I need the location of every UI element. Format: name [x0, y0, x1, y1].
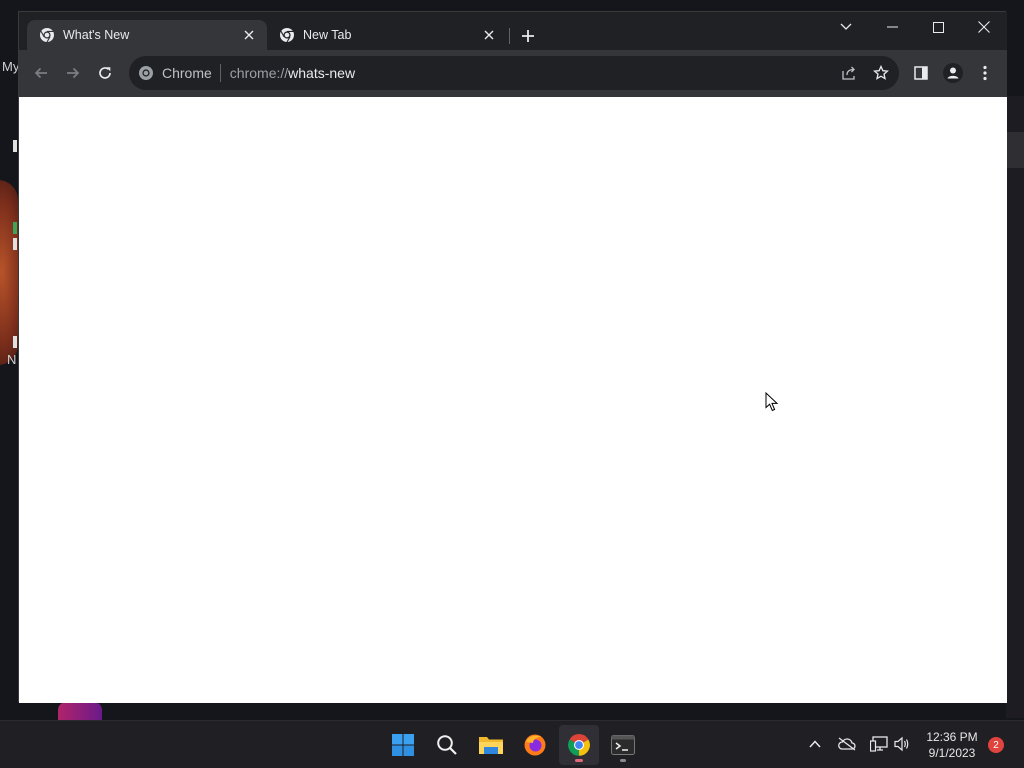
desktop-icon-label[interactable]: My	[2, 59, 19, 74]
url-scheme: chrome://	[229, 65, 289, 81]
close-window-button[interactable]	[961, 12, 1007, 42]
desktop-icon-fragment	[13, 238, 17, 250]
profile-avatar-icon	[943, 63, 963, 83]
minimize-icon	[886, 26, 898, 28]
notification-count-badge[interactable]: 2	[988, 737, 1004, 753]
taskbar-search-button[interactable]	[427, 725, 467, 765]
folder-icon	[479, 737, 503, 754]
omnibox-divider	[219, 64, 221, 82]
chevron-up-icon	[809, 740, 821, 748]
cloud-off-icon	[838, 737, 856, 751]
desktop-icon-fragment	[13, 336, 17, 348]
tab-title: What's New	[63, 28, 130, 42]
minimize-button[interactable]	[869, 12, 915, 42]
chrome-window: What's New New Tab Chrome chrome://whats…	[18, 11, 1007, 703]
address-bar[interactable]: Chrome chrome://whats-new	[129, 56, 899, 90]
clock-time: 12:36 PM	[926, 730, 978, 744]
tab-search-button[interactable]	[823, 12, 869, 42]
arrow-right-icon	[67, 67, 80, 79]
show-hidden-icons-button[interactable]	[804, 733, 826, 755]
reload-button[interactable]	[93, 61, 117, 85]
chrome-favicon-icon	[40, 28, 54, 43]
tab-separator	[509, 28, 510, 44]
arrow-left-icon	[34, 67, 47, 79]
chrome-icon	[568, 734, 590, 756]
windows-logo-icon	[392, 734, 414, 756]
start-button[interactable]	[383, 725, 423, 765]
chrome-taskbar-button[interactable]	[559, 725, 599, 765]
maximize-button[interactable]	[915, 12, 961, 42]
tab-new-tab[interactable]: New Tab	[267, 20, 507, 50]
network-icon	[870, 736, 888, 752]
close-tab-icon[interactable]	[241, 27, 257, 43]
url-text[interactable]: chrome://whats-new	[230, 65, 355, 81]
browser-toolbar: Chrome chrome://whats-new	[19, 50, 1007, 97]
share-button[interactable]	[837, 61, 861, 85]
onedrive-button[interactable]	[836, 733, 858, 755]
bookmark-button[interactable]	[869, 61, 893, 85]
chrome-page-icon	[139, 66, 153, 80]
menu-button[interactable]	[973, 61, 997, 85]
site-chip-label[interactable]: Chrome	[162, 65, 212, 81]
search-icon	[437, 735, 457, 755]
side-panel-icon	[914, 66, 928, 80]
profile-button[interactable]	[941, 61, 965, 85]
desktop-shortcut-image-bottom	[58, 702, 102, 720]
running-app-indicator	[620, 759, 626, 762]
taskbar: 12:36 PM 9/1/2023 2	[0, 720, 1024, 768]
new-tab-button[interactable]	[517, 25, 539, 47]
tab-strip: What's New New Tab	[19, 12, 1007, 50]
back-button[interactable]	[29, 61, 53, 85]
close-tab-icon[interactable]	[481, 27, 497, 43]
desktop-icon-fragment	[13, 222, 17, 234]
network-button[interactable]	[868, 733, 890, 755]
background-window-scrollbar	[1006, 132, 1024, 168]
forward-button[interactable]	[61, 61, 85, 85]
reload-icon	[99, 67, 111, 79]
chevron-down-icon	[840, 23, 852, 30]
volume-button[interactable]	[891, 733, 913, 755]
page-viewport[interactable]	[19, 97, 1007, 703]
terminal-button[interactable]	[603, 725, 643, 765]
active-app-indicator	[575, 759, 583, 762]
tab-title: New Tab	[303, 28, 352, 42]
share-icon	[842, 66, 855, 80]
firefox-icon	[524, 734, 546, 756]
chrome-favicon-icon	[280, 28, 294, 43]
desktop-icon-label[interactable]: N	[7, 352, 16, 367]
close-icon	[978, 21, 990, 33]
speaker-icon	[894, 736, 909, 752]
plus-icon	[522, 30, 534, 42]
firefox-button[interactable]	[515, 725, 555, 765]
background-window-edge	[1006, 96, 1024, 718]
desktop-icon-fragment	[13, 140, 17, 152]
tab-whats-new[interactable]: What's New	[27, 20, 267, 50]
system-clock[interactable]: 12:36 PM 9/1/2023	[920, 729, 984, 761]
terminal-icon	[611, 735, 635, 755]
mouse-pointer-icon	[765, 392, 779, 412]
star-icon	[873, 65, 889, 80]
side-panel-button[interactable]	[909, 61, 933, 85]
more-vertical-icon	[983, 65, 987, 81]
clock-date: 9/1/2023	[928, 746, 976, 760]
file-explorer-button[interactable]	[471, 725, 511, 765]
maximize-icon	[932, 21, 944, 33]
url-host: whats-new	[288, 65, 356, 81]
